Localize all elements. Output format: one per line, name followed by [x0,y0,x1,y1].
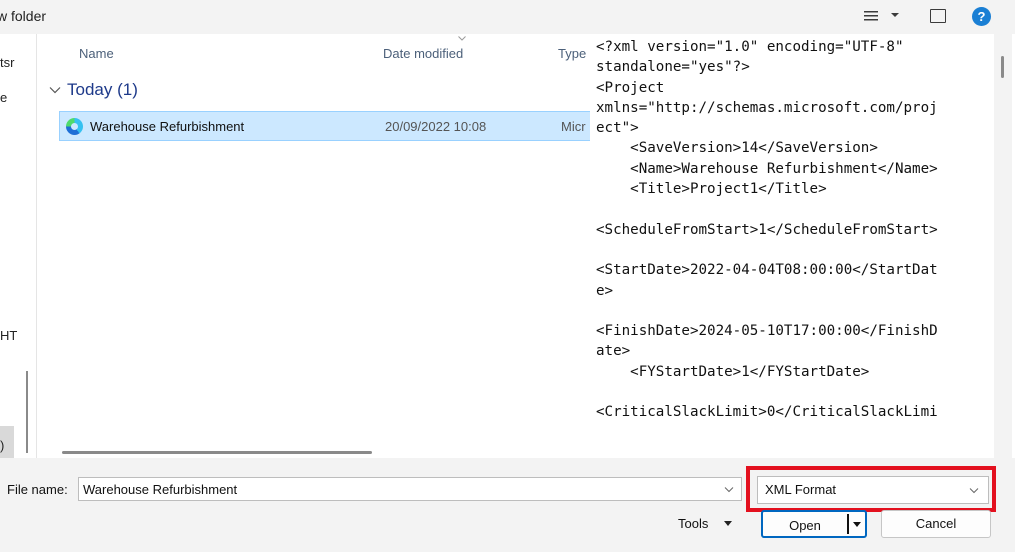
file-date: 20/09/2022 10:08 [385,119,487,134]
sort-indicator-icon [458,36,466,41]
edge-icon [66,118,83,135]
file-name-label: File name: [7,482,68,497]
preview-pane: <?xml version="1.0" encoding="UTF-8" sta… [590,34,993,458]
open-options-dropdown-icon[interactable] [852,519,862,529]
group-header-today[interactable]: Today (1) [49,80,138,100]
cancel-button[interactable]: Cancel [881,510,991,538]
column-header-date-modified[interactable]: Date modified [383,46,463,61]
column-header-type[interactable]: Type [558,46,586,61]
file-row[interactable]: Warehouse Refurbishment 20/09/2022 10:08… [59,111,591,141]
horizontal-scrollbar[interactable] [62,451,372,454]
command-bar: w folder ? [0,0,1015,34]
view-options-icon[interactable] [862,8,880,24]
open-button-label: Open [789,518,821,533]
nav-item[interactable]: ) [0,438,4,453]
nav-item[interactable]: tsr [0,55,14,70]
xml-preview-text: <?xml version="1.0" encoding="UTF-8" sta… [596,39,938,421]
annotation-highlight-box [746,466,996,512]
preview-pane-icon[interactable] [930,9,946,23]
tools-menu[interactable]: Tools [678,516,733,531]
new-folder-button[interactable]: w folder [0,8,46,24]
file-list: Name Date modified Type Today (1) Wareho… [36,34,591,458]
split-divider [847,514,849,534]
chevron-down-icon[interactable] [724,486,734,493]
chevron-down-icon [49,87,61,94]
column-header-name[interactable]: Name [79,46,114,61]
nav-item[interactable]: e [0,90,7,105]
file-name-field[interactable]: Warehouse Refurbishment [78,477,742,501]
preview-scrollbar-thumb[interactable] [1001,56,1004,78]
open-button[interactable]: Open [761,510,867,538]
preview-scrollbar[interactable] [994,34,1012,458]
chevron-down-icon[interactable] [890,10,900,20]
file-type: Micr [561,119,586,134]
help-icon[interactable]: ? [972,7,991,26]
file-name-value[interactable]: Warehouse Refurbishment [83,482,237,497]
dialog-footer: File name: Warehouse Refurbishment XML F… [0,458,1015,552]
nav-scrollbar[interactable] [26,371,28,453]
file-name: Warehouse Refurbishment [90,119,245,134]
nav-item[interactable]: HT [0,328,17,343]
navigation-pane: tsr e HT ) [0,34,36,460]
group-label: Today (1) [67,80,138,99]
chevron-down-icon [724,521,733,526]
tools-label: Tools [678,516,709,531]
